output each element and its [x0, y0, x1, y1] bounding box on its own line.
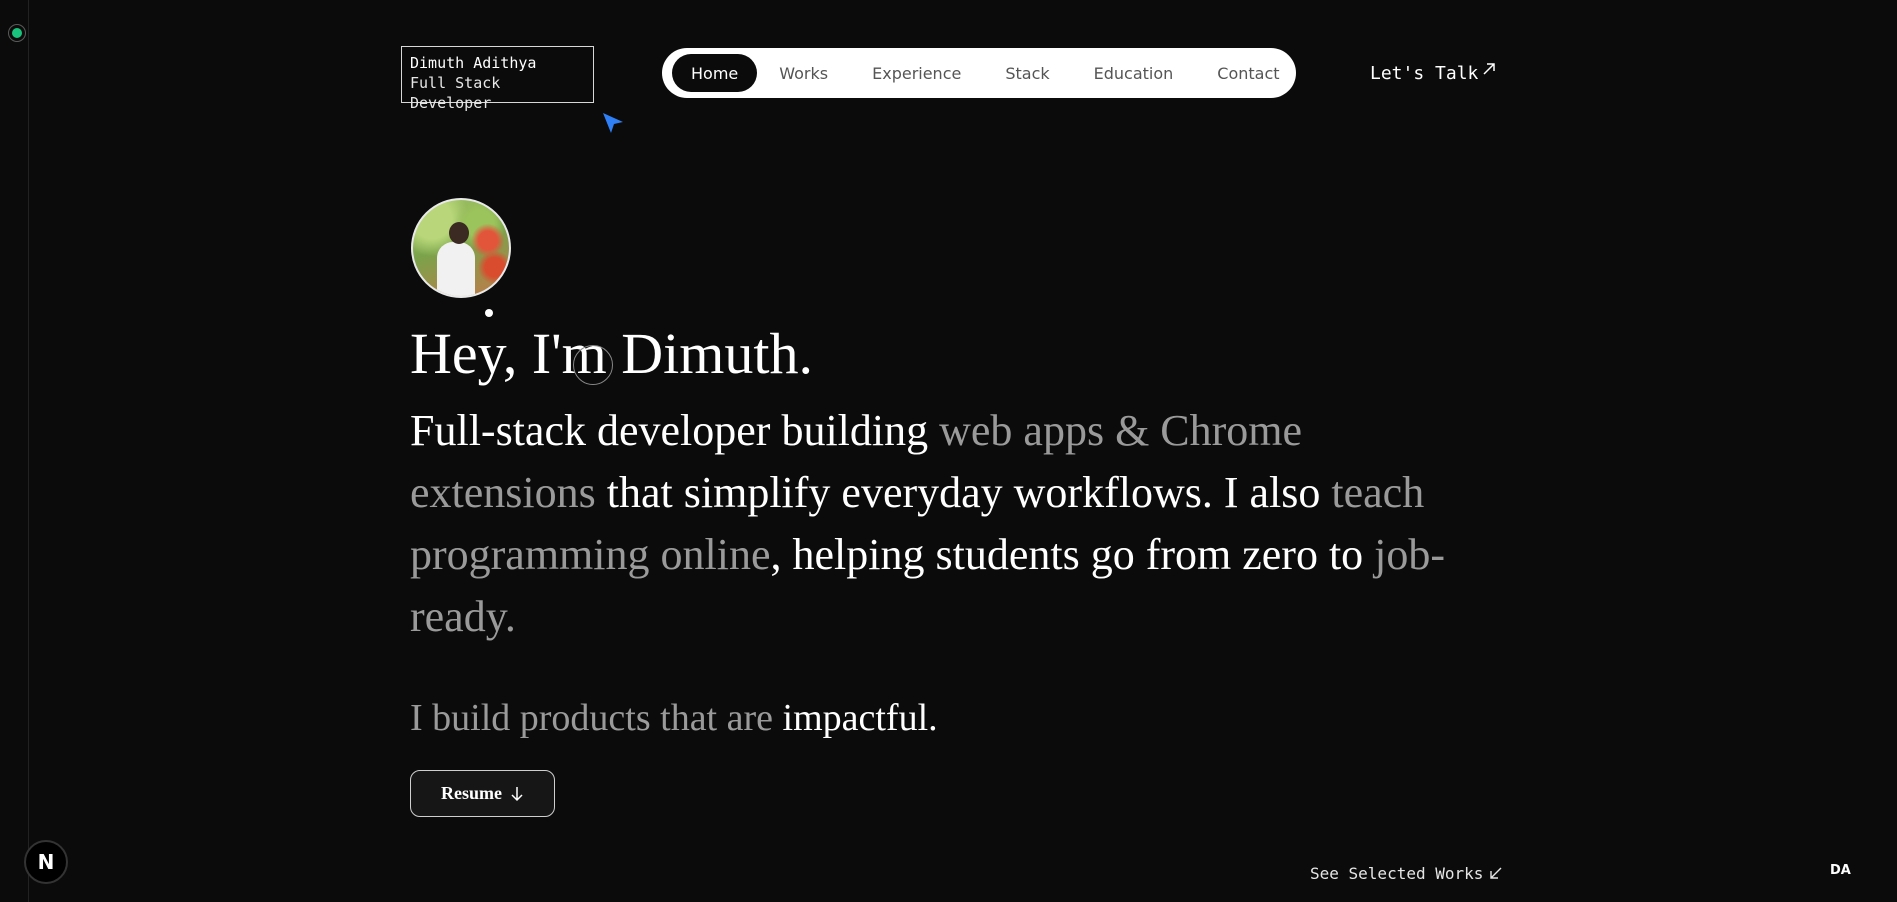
nav-item-education[interactable]: Education [1072, 54, 1196, 92]
see-selected-works-link[interactable]: See Selected Works [1310, 862, 1502, 884]
indicator-dot [485, 309, 493, 317]
arrow-up-right-icon [1483, 63, 1496, 75]
initials-mark: DA [1830, 863, 1851, 878]
hero-tagline: I build products that are impactful. [410, 693, 938, 743]
resume-button[interactable]: Resume [410, 770, 555, 817]
brand-role: Full Stack Developer [410, 74, 501, 112]
avatar [411, 198, 511, 298]
nav-item-works[interactable]: Works [757, 54, 850, 92]
hero-title: Hey, I'm Dimuth. [410, 321, 813, 386]
lets-talk-link[interactable]: Let's Talk [1370, 60, 1496, 86]
tagline-highlight: impactful. [782, 697, 938, 739]
nav-item-contact[interactable]: Contact [1195, 54, 1301, 92]
main-nav: Home Works Experience Stack Education Co… [662, 48, 1296, 98]
hero-description: Full-stack developer building web apps &… [410, 400, 1490, 648]
pointer-icon [603, 113, 623, 133]
nav-item-experience[interactable]: Experience [850, 54, 983, 92]
status-dot-icon [8, 24, 26, 42]
left-rail-line [28, 0, 29, 902]
see-works-label: See Selected Works [1310, 863, 1484, 883]
arrow-down-icon [511, 786, 523, 801]
hero-desc-part: , helping students go from zero to [770, 530, 1375, 579]
n-badge-button[interactable]: N [24, 840, 68, 884]
hero-desc-part: that simplify everyday workflows. I also [595, 468, 1332, 517]
lets-talk-label: Let's Talk [1370, 62, 1479, 84]
hero-desc-part: Full-stack developer building [410, 406, 940, 455]
arrow-down-left-icon [1490, 867, 1502, 879]
brand-name: Dimuth Adithya [410, 54, 537, 72]
cursor-ring-icon [573, 345, 613, 385]
tagline-prefix: I build products that are [410, 697, 783, 739]
avatar-person-head [449, 222, 469, 244]
brand-box[interactable]: Dimuth Adithya Full Stack Developer [401, 46, 594, 112]
nav-item-home[interactable]: Home [672, 54, 758, 92]
resume-label: Resume [441, 783, 502, 803]
nav-item-stack[interactable]: Stack [983, 54, 1071, 92]
avatar-person-body [437, 242, 475, 296]
